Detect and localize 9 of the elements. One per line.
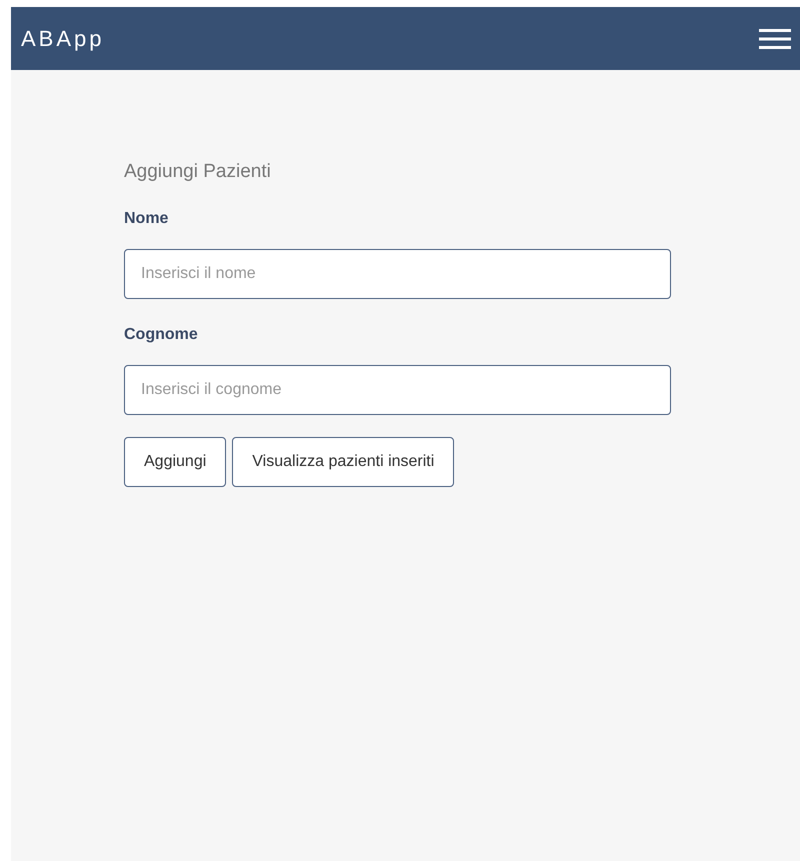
input-field[interactable]: Inserisci il nome <box>124 248 671 298</box>
form-button[interactable]: Aggiungi <box>124 436 226 486</box>
form-button[interactable]: Visualizza pazienti inseriti <box>232 436 454 486</box>
menu-icon[interactable] <box>759 28 791 50</box>
field-label: Cognome <box>124 324 199 344</box>
input-field[interactable]: Inserisci il cognome <box>124 364 671 414</box>
app-brand[interactable]: ABApp <box>21 22 104 55</box>
field-label: Nome <box>124 208 170 228</box>
form-title: Aggiungi Pazienti <box>124 160 272 184</box>
